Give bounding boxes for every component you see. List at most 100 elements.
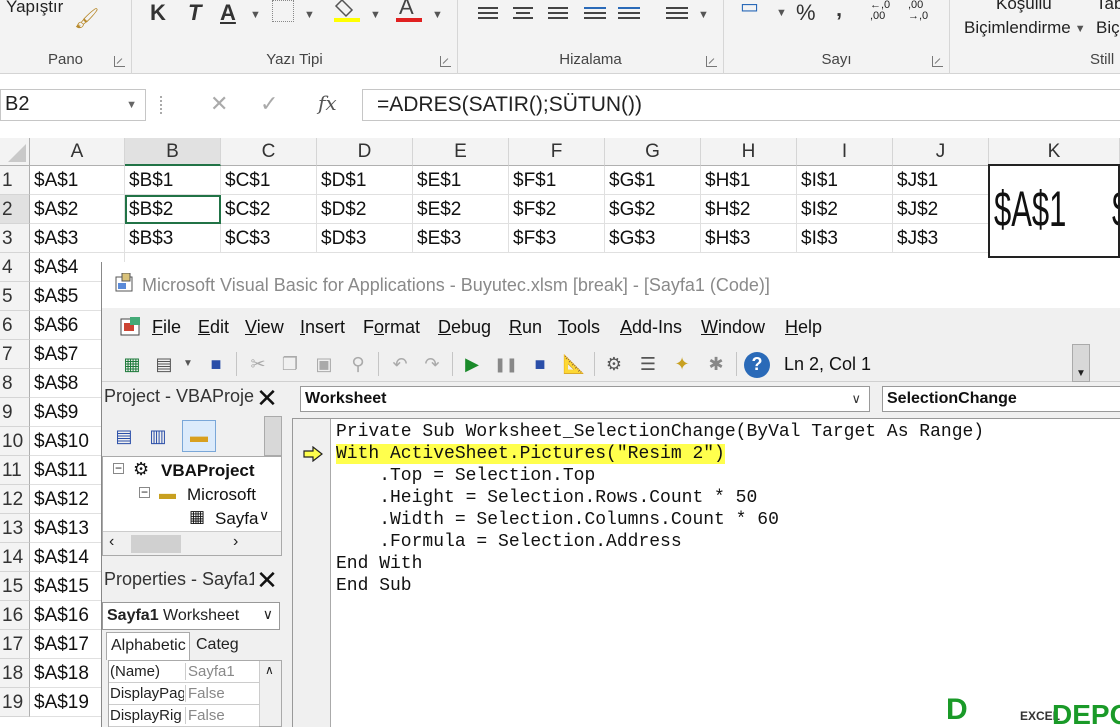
paste-button[interactable]: Yapıştır	[6, 0, 63, 17]
insert-module-icon[interactable]: ▤	[152, 352, 176, 376]
row-header-5[interactable]: 5	[0, 282, 30, 311]
property-row[interactable]: DisplayRig False	[109, 705, 259, 727]
insert-dropdown-icon[interactable]: ▼	[176, 352, 200, 376]
tree-collapse-icon[interactable]: −	[113, 462, 124, 474]
italic-button[interactable]: T	[188, 0, 201, 26]
vba-doc-icon[interactable]	[118, 315, 144, 339]
cell-h3[interactable]: $H$3	[701, 224, 797, 253]
cell-i3[interactable]: $I$3	[797, 224, 893, 253]
row-header-17[interactable]: 17	[0, 630, 30, 659]
font-color-dropdown-icon[interactable]: ▼	[428, 6, 443, 24]
menu-file[interactable]: File	[152, 317, 181, 338]
view-object-icon[interactable]: ▥	[146, 424, 170, 448]
design-mode-icon[interactable]: 📐	[562, 352, 586, 376]
cell-f2[interactable]: $F$2	[509, 195, 605, 224]
tree-hscrollbar[interactable]: ‹ ›	[103, 531, 281, 555]
toolbox-icon[interactable]: ✱	[704, 352, 728, 376]
property-value[interactable]: False	[185, 685, 259, 702]
scroll-right-icon[interactable]: ›	[233, 533, 238, 551]
tree-item-microsoft-objects[interactable]: Microsoft	[187, 485, 256, 505]
scroll-thumb[interactable]	[131, 535, 181, 553]
cell-a3[interactable]: $A$3	[30, 224, 125, 253]
find-icon[interactable]: ⚲	[346, 352, 370, 376]
scroll-left-icon[interactable]: ‹	[109, 533, 114, 551]
row-header-16[interactable]: 16	[0, 601, 30, 630]
row-header-7[interactable]: 7	[0, 340, 30, 369]
percent-button[interactable]: %	[796, 0, 816, 26]
cell-g3[interactable]: $G$3	[605, 224, 701, 253]
cell-d2[interactable]: $D$2	[317, 195, 413, 224]
comma-style-button[interactable]: ‚	[836, 0, 842, 22]
cell-a2[interactable]: $A$2	[30, 195, 125, 224]
cell-b3[interactable]: $B$3	[125, 224, 221, 253]
font-color-icon[interactable]: A	[396, 0, 424, 24]
run-icon[interactable]: ▶	[460, 352, 484, 376]
row-header-3[interactable]: 3	[0, 224, 30, 253]
borders-icon[interactable]	[272, 0, 294, 22]
view-excel-icon[interactable]: ▦	[120, 352, 144, 376]
code-line[interactable]: Private Sub Worksheet_SelectionChange(By…	[336, 421, 984, 443]
properties-object-select[interactable]: Sayfa1 Worksheet ∨	[102, 602, 280, 630]
code-text[interactable]: Private Sub Worksheet_SelectionChange(By…	[336, 421, 984, 597]
row-header-8[interactable]: 8	[0, 369, 30, 398]
row-header-18[interactable]: 18	[0, 659, 30, 688]
project-explorer-close-icon[interactable]: ✕	[254, 385, 280, 412]
tree-collapse-icon[interactable]: −	[139, 486, 150, 498]
code-editor[interactable]: Private Sub Worksheet_SelectionChange(By…	[292, 418, 1120, 727]
cell-e3[interactable]: $E$3	[413, 224, 509, 253]
clipboard-launcher-icon[interactable]	[114, 56, 125, 67]
properties-vscrollbar[interactable]: ∧	[259, 661, 281, 726]
menu-view[interactable]: View	[245, 317, 284, 338]
menu-window[interactable]: Window	[701, 317, 765, 338]
property-value[interactable]: Sayfa1	[185, 663, 259, 680]
paste-icon[interactable]: ▣	[312, 352, 336, 376]
formula-bar-splitter[interactable]	[160, 96, 166, 114]
property-value[interactable]: False	[185, 707, 259, 724]
copy-icon[interactable]: ❐	[278, 352, 302, 376]
properties-close-icon[interactable]: ✕	[254, 567, 280, 594]
cut-icon[interactable]: ✂	[246, 352, 270, 376]
cell-i2[interactable]: $I$2	[797, 195, 893, 224]
select-all-corner[interactable]	[0, 138, 30, 166]
cell-i1[interactable]: $I$1	[797, 166, 893, 195]
alignment-launcher-icon[interactable]	[706, 56, 717, 67]
menu-insert[interactable]: Insert	[300, 317, 345, 338]
picture-resim-2[interactable]: $A$1 $	[988, 164, 1120, 258]
decrease-indent-icon[interactable]	[584, 4, 606, 22]
accounting-dropdown-icon[interactable]: ▼	[772, 4, 787, 22]
accounting-format-icon[interactable]: ▭	[740, 0, 759, 19]
cell-f3[interactable]: $F$3	[509, 224, 605, 253]
project-toolbar-overflow[interactable]	[264, 416, 282, 456]
code-line[interactable]: With ActiveSheet.Pictures("Resim 2")	[336, 443, 984, 465]
underline-button[interactable]: A	[220, 0, 236, 26]
align-center-icon[interactable]	[513, 4, 533, 22]
column-header-f[interactable]: F	[509, 138, 605, 166]
properties-select-dropdown-icon[interactable]: ∨	[263, 606, 273, 623]
increase-indent-icon[interactable]	[618, 4, 640, 22]
object-browser-icon[interactable]: ✦	[670, 352, 694, 376]
name-box[interactable]: B2 ▼	[0, 89, 146, 121]
row-header-11[interactable]: 11	[0, 456, 30, 485]
underline-dropdown-icon[interactable]: ▼	[246, 6, 261, 24]
cell-d3[interactable]: $D$3	[317, 224, 413, 253]
toolbar-overflow-handle[interactable]: ▼	[1072, 344, 1090, 382]
property-row[interactable]: DisplayPag False	[109, 683, 259, 705]
menu-tools[interactable]: Tools	[558, 317, 600, 338]
format-painter-icon[interactable]: 🖌	[74, 6, 99, 31]
formula-input[interactable]: =ADRES(SATIR();SÜTUN())	[362, 89, 1120, 121]
row-header-10[interactable]: 10	[0, 427, 30, 456]
cell-h2[interactable]: $H$2	[701, 195, 797, 224]
cell-j1[interactable]: $J$1	[893, 166, 989, 195]
row-header-2[interactable]: 2	[0, 195, 30, 224]
view-code-icon[interactable]: ▤	[112, 424, 136, 448]
row-header-1[interactable]: 1	[0, 166, 30, 195]
cancel-entry-icon[interactable]: ✕	[210, 91, 228, 117]
format-as-table-line1[interactable]: Tab	[1096, 0, 1120, 14]
menu-run[interactable]: Run	[509, 317, 542, 338]
code-line[interactable]: End With	[336, 553, 984, 575]
cell-g2[interactable]: $G$2	[605, 195, 701, 224]
align-left-icon[interactable]	[478, 4, 498, 22]
increase-decimal-button[interactable]: ←,0 ,00	[870, 0, 904, 22]
reset-icon[interactable]: ■	[528, 352, 552, 376]
cell-a1[interactable]: $A$1	[30, 166, 125, 195]
